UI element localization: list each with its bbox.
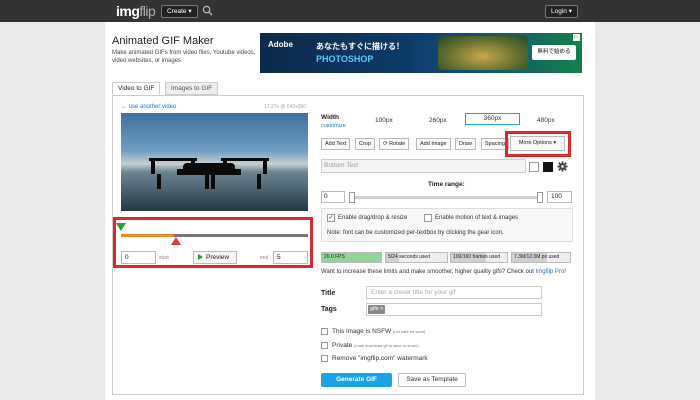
upgrade-text: Want to increase these limits and make s… <box>321 269 536 275</box>
use-another-video-link[interactable]: ← use another video <box>121 104 176 110</box>
drag-drop-checkbox[interactable]: ✓ <box>327 214 335 222</box>
frames-used-stat: 100/160 frames used <box>450 252 508 263</box>
text-options-box <box>321 208 573 242</box>
remove-watermark-checkbox[interactable] <box>321 355 328 362</box>
save-as-template-button[interactable]: Save as Template <box>398 373 466 387</box>
imgflip-logo[interactable]: imgflip <box>116 3 156 19</box>
time-range-slider-track[interactable] <box>350 196 543 199</box>
upgrade-suffix: ! <box>564 269 566 275</box>
seconds-stat-label: 5/24 seconds used <box>388 254 430 260</box>
bottom-text-input[interactable]: Bottom Text <box>321 159 526 173</box>
outline-color-black-swatch[interactable] <box>543 162 553 172</box>
time-range-label: Time range: <box>428 181 465 188</box>
title-label: Title <box>321 290 336 297</box>
private-note: (must download gif to save or share) <box>354 343 419 348</box>
nsfw-label: This image is NSFW (not safe for work) <box>332 328 425 335</box>
time-range-start-input[interactable]: 0 <box>321 191 345 203</box>
tags-label: Tags <box>321 306 337 313</box>
tab-video-to-gif[interactable]: Video to GIF <box>112 82 161 95</box>
ad-image <box>438 36 528 70</box>
highlight-box-trim <box>113 217 313 268</box>
logo-img-text: img <box>116 3 140 19</box>
generate-gif-button[interactable]: Generate GIF <box>321 373 392 387</box>
crop-button[interactable]: Crop <box>355 138 375 150</box>
drag-drop-label: Enable drag/drop & resize <box>338 215 408 221</box>
video-meta: 17.27s @ 640x360 <box>264 104 307 110</box>
highlight-box-more-options <box>505 131 571 157</box>
width-option-480[interactable]: 480px <box>537 117 555 124</box>
fps-stat: 20.0 FPS <box>321 252 382 263</box>
width-option-100[interactable]: 100px <box>375 117 393 124</box>
text-color-white-swatch[interactable] <box>529 162 539 172</box>
tag-chip-gifs[interactable]: gifs × <box>368 305 386 314</box>
logo-flip-text: flip <box>139 3 156 19</box>
draw-button[interactable]: Draw <box>455 138 476 150</box>
time-range-end-handle[interactable] <box>537 192 543 203</box>
width-option-360-selected[interactable]: 360px <box>465 113 520 125</box>
gear-icon[interactable] <box>557 161 568 172</box>
private-label: Private (must download gif to save or sh… <box>332 342 419 349</box>
ad-cta-button[interactable]: 無料で始める <box>532 45 576 60</box>
time-range-end-input[interactable]: 100 <box>547 191 572 203</box>
search-icon[interactable] <box>202 5 213 16</box>
drone-silhouette-image <box>149 158 269 189</box>
video-preview[interactable] <box>121 113 308 211</box>
fps-stat-label: 20.0 FPS <box>324 254 345 260</box>
width-option-260[interactable]: 260px <box>429 117 447 124</box>
page-description: Make animated GIFs from video files, You… <box>112 50 256 64</box>
add-image-button[interactable]: Add Image <box>416 138 451 150</box>
add-text-button[interactable]: Add Text <box>321 138 351 150</box>
tags-input[interactable] <box>366 303 542 316</box>
rotate-button[interactable]: ⟳ Rotate <box>379 138 410 150</box>
private-label-text: Private <box>332 342 353 349</box>
private-checkbox[interactable] <box>321 342 328 349</box>
nsfw-note: (not safe for work) <box>393 329 426 334</box>
ad-headline: あなたもすぐに描ける！ <box>316 42 404 51</box>
frames-stat-label: 100/160 frames used <box>453 254 500 260</box>
create-menu-button[interactable]: Create ▾ <box>161 5 198 18</box>
top-navbar: imgflip Create ▾ Login ▾ <box>0 0 700 22</box>
upgrade-message: Want to increase these limits and make s… <box>321 269 566 275</box>
font-note: Note: font can be customized per-textbox… <box>327 230 504 236</box>
width-label: Width <box>321 114 339 121</box>
login-button[interactable]: Login ▾ <box>545 5 578 18</box>
page-title: Animated GIF Maker <box>112 35 214 47</box>
motion-label: Enable motion of text & images <box>435 215 519 221</box>
remove-watermark-label: Remove "imgflip.com" watermark <box>332 355 428 362</box>
pixels-stat-label: 7.3M/12.0M px used <box>514 254 560 260</box>
pixels-used-stat: 7.3M/12.0M px used <box>511 252 571 263</box>
title-input[interactable]: Enter a clever title for your gif <box>366 286 542 299</box>
nsfw-label-text: This image is NSFW <box>332 328 392 335</box>
tab-images-to-gif[interactable]: Images to GIF <box>165 82 219 95</box>
customize-width-link[interactable]: customize <box>321 123 346 129</box>
advertisement-banner[interactable]: Adobe あなたもすぐに描ける！ PHOTOSHOP 無料で始める ▷ <box>260 33 582 73</box>
ad-choices-icon[interactable]: ▷ <box>573 34 580 41</box>
time-range-start-handle[interactable] <box>349 192 355 203</box>
motion-checkbox[interactable] <box>424 214 432 222</box>
imgflip-pro-link[interactable]: Imgflip Pro <box>536 269 565 275</box>
ad-brand: Adobe <box>268 40 293 49</box>
ad-product: PHOTOSHOP <box>316 54 374 64</box>
nsfw-checkbox[interactable] <box>321 328 328 335</box>
seconds-used-stat: 5/24 seconds used <box>385 252 448 263</box>
